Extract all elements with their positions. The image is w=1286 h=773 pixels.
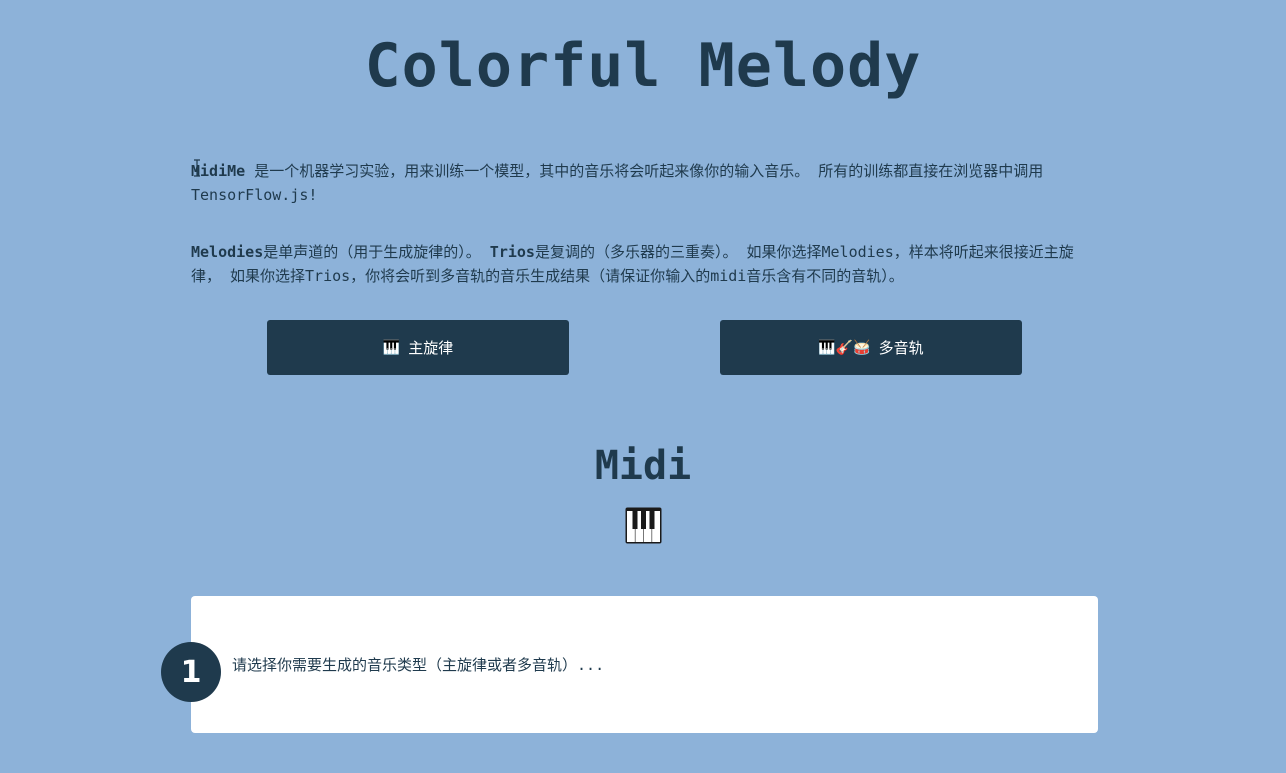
intro-text-1: 是一个机器学习实验，用来训练一个模型，其中的音乐将会听起来像你的输入音乐。 所有… xyxy=(191,162,1044,204)
melodies-term: Melodies xyxy=(191,243,264,261)
intro-paragraph-modes: Melodies是单声道的（用于生成旋律的）。 Trios是复调的（多乐器的三重… xyxy=(191,240,1096,288)
intro-paragraph-midime: MidiMe 是一个机器学习实验，用来训练一个模型，其中的音乐将会听起来像你的输… xyxy=(191,159,1096,207)
page-title: Colorful Melody xyxy=(364,31,922,101)
midi-heading: Midi xyxy=(594,443,692,489)
trios-term: Trios xyxy=(489,243,535,261)
instruments-icon: 🎹🎸🥁 xyxy=(818,339,871,356)
piano-keys-icon xyxy=(625,507,662,544)
piano-icon: 🎹 xyxy=(382,339,401,356)
multitrack-button[interactable]: 🎹🎸🥁 多音轨 xyxy=(720,320,1022,375)
text-cursor-icon xyxy=(194,159,200,177)
multitrack-button-label: 多音轨 xyxy=(878,339,924,357)
step-instruction: 请选择你需要生成的音乐类型（主旋律或者多音轨）... xyxy=(232,656,605,674)
step-number-badge: 1 xyxy=(161,642,221,702)
melody-button-label: 主旋律 xyxy=(408,339,454,357)
intro-text-2a: 是单声道的（用于生成旋律的）。 xyxy=(263,243,490,261)
melody-button[interactable]: 🎹 主旋律 xyxy=(267,320,569,375)
